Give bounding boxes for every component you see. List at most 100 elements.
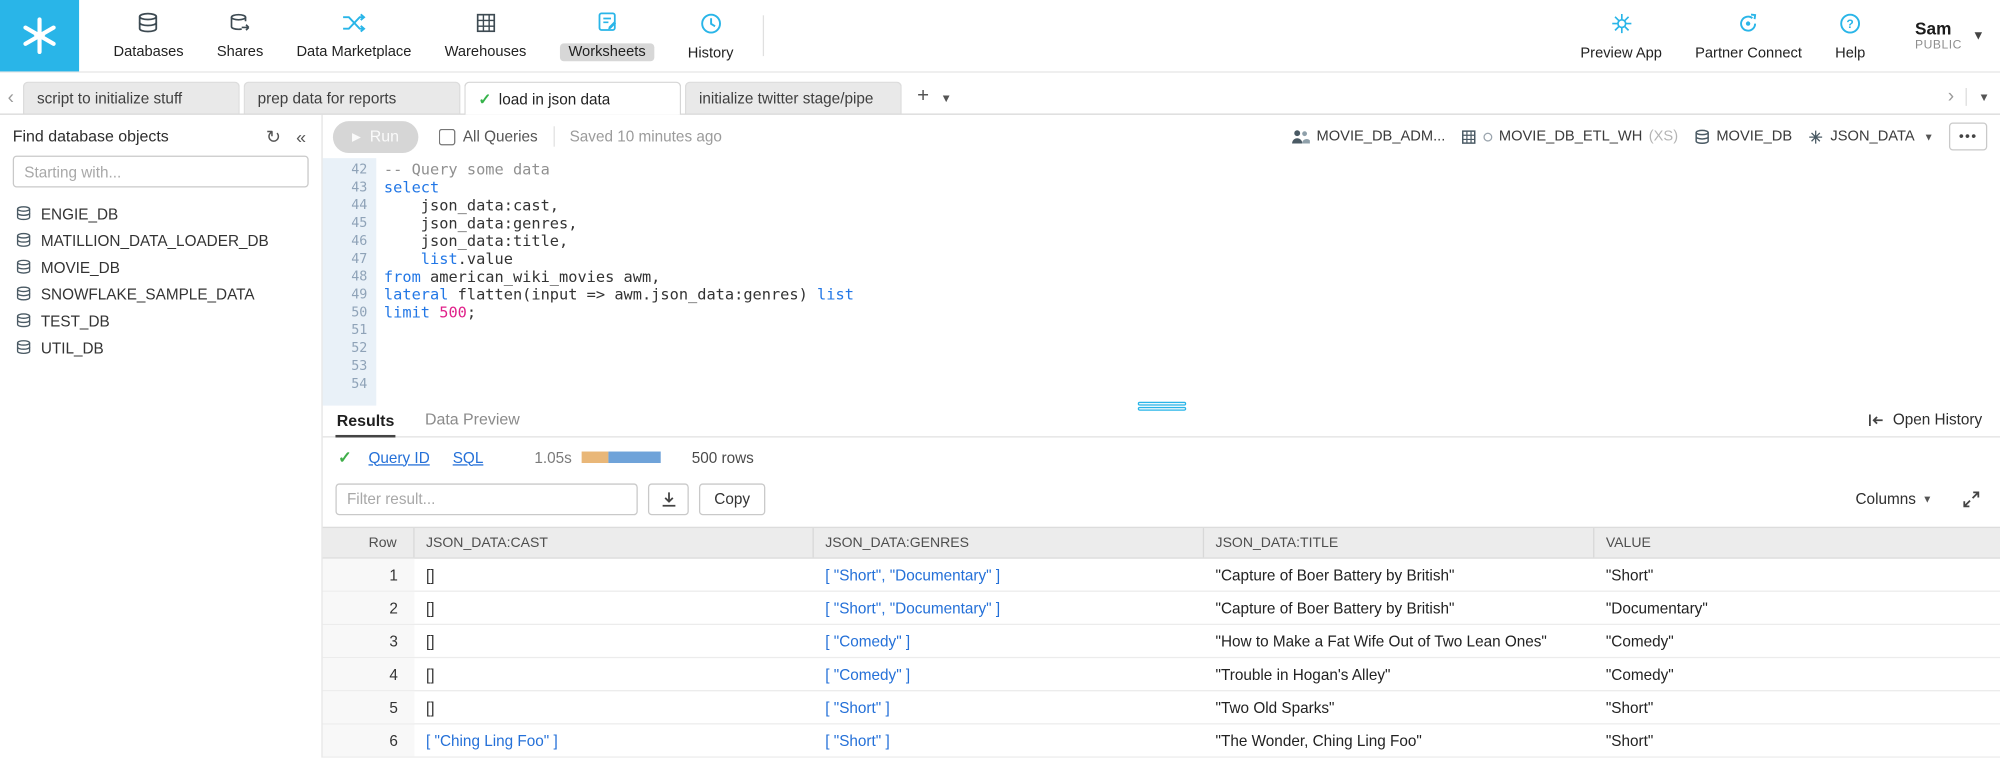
warehouse-selector[interactable]: MOVIE_DB_ETL_WH (XS) [1461,128,1678,145]
cell-genres[interactable]: [ "Short" ] [814,691,1204,723]
more-options-button[interactable]: ••• [1949,122,1987,150]
snowflake-icon [18,14,61,57]
code-lines: 42-- Query some data43select44 json_data… [323,158,2000,393]
nav-item-worksheets[interactable]: Worksheets [543,0,671,71]
database-item[interactable]: MOVIE_DB [0,254,321,281]
code-line[interactable]: 54 [323,375,2000,393]
column-header-genres[interactable]: JSON_DATA:GENRES [814,528,1204,557]
all-queries-checkbox[interactable] [439,128,456,145]
line-number: 45 [323,214,377,232]
filter-result-input[interactable] [335,483,637,515]
download-button[interactable] [648,483,689,515]
column-header-title[interactable]: JSON_DATA:TITLE [1204,528,1594,557]
role-selector[interactable]: MOVIE_DB_ADM... [1291,129,1445,144]
nav-item-history[interactable]: History [671,0,750,71]
worksheet-tab[interactable]: script to initialize stuff [23,82,240,114]
code-line[interactable]: 47 list.value [323,250,2000,268]
code-line[interactable]: 52 [323,339,2000,357]
tab-scroll-right-icon[interactable]: › [1948,85,1954,107]
open-history-arrow-icon [1867,413,1884,427]
database-item[interactable]: UTIL_DB [0,334,321,361]
nav-item-databases[interactable]: Databases [97,0,200,71]
worksheet-tab[interactable]: prep data for reports [244,82,461,114]
nav-item-partner-connect[interactable]: Partner Connect [1679,0,1819,71]
row-number: 2 [323,592,415,624]
code-line[interactable]: 53 [323,357,2000,375]
database-item[interactable]: MATILLION_DATA_LOADER_DB [0,227,321,254]
snowflake-logo[interactable] [0,0,79,71]
run-button[interactable]: ▶ Run [333,121,418,153]
panel-resize-handle[interactable] [1137,401,1185,412]
schema-selector[interactable]: JSON_DATA ▼ [1807,128,1933,145]
worksheet-tab-label: load in json data [499,90,610,108]
cell-genres[interactable]: [ "Comedy" ] [814,658,1204,690]
user-menu[interactable]: Sam PUBLIC [1915,0,1962,71]
line-number: 51 [323,321,377,339]
code-line[interactable]: 46 json_data:title, [323,232,2000,250]
code-line[interactable]: 44 json_data:cast, [323,196,2000,214]
cell-genres[interactable]: [ "Short", "Documentary" ] [814,592,1204,624]
column-header-value[interactable]: VALUE [1594,528,2000,557]
new-worksheet-caret-icon[interactable]: ▼ [940,92,959,114]
all-queries-checkbox-row[interactable]: All Queries [439,128,538,146]
nav-item-preview-app[interactable]: Preview App [1564,0,1679,71]
expand-results-button[interactable] [1963,490,1980,507]
code-text: select [376,179,439,197]
code-line[interactable]: 48from american_wiki_movies awm, [323,268,2000,286]
nav-item-data-marketplace[interactable]: Data Marketplace [280,0,428,71]
open-history-button[interactable]: Open History [1867,411,1982,437]
nav-item-shares[interactable]: Shares [200,0,280,71]
database-icon [1693,128,1710,145]
tab-data-preview[interactable]: Data Preview [424,411,521,437]
nav-label: Worksheets [560,43,655,61]
query-id-link[interactable]: Query ID [369,448,430,466]
nav-item-warehouses[interactable]: Warehouses [428,0,543,71]
database-name: MOVIE_DB [41,258,120,276]
copy-button[interactable]: Copy [699,483,765,515]
context-selectors: MOVIE_DB_ADM... MOVIE_DB_ETL_WH (XS) MOV… [1291,122,1987,150]
columns-dropdown[interactable]: Columns ▼ [1856,490,1933,508]
code-line[interactable]: 43select [323,179,2000,197]
table-row: 3[][ "Comedy" ]"How to Make a Fat Wife O… [323,625,2000,658]
nav-item-help[interactable]: ? Help [1819,0,1882,71]
column-header-cast[interactable]: JSON_DATA:CAST [415,528,814,557]
code-line[interactable]: 50limit 500; [323,304,2000,322]
new-worksheet-button[interactable]: + [902,85,941,113]
tab-list-caret-icon[interactable]: ▼ [1978,90,1989,103]
line-number: 44 [323,196,377,214]
query-duration-bar[interactable] [582,452,661,463]
warehouse-value: MOVIE_DB_ETL_WH [1499,129,1642,144]
line-number: 53 [323,357,377,375]
cell-genres[interactable]: [ "Comedy" ] [814,625,1204,657]
database-icon [15,205,32,222]
toolbar-divider [553,126,554,146]
column-header-row[interactable]: Row [323,528,415,557]
open-history-label: Open History [1893,411,1982,429]
app-window: Databases Shares Data Marketplace Wareho… [0,0,2000,760]
user-role: PUBLIC [1915,38,1962,52]
cell-cast[interactable]: [ "Ching Ling Foo" ] [415,724,814,756]
sql-link[interactable]: SQL [453,448,484,466]
database-selector[interactable]: MOVIE_DB [1693,128,1792,145]
warehouse-size: (XS) [1649,129,1678,144]
code-line[interactable]: 49lateral flatten(input => awm.json_data… [323,286,2000,304]
cell-genres[interactable]: [ "Short", "Documentary" ] [814,559,1204,591]
database-item[interactable]: TEST_DB [0,307,321,334]
worksheet-tab[interactable]: initialize twitter stage/pipe [685,82,902,114]
collapse-sidebar-icon[interactable]: « [296,128,306,146]
database-search-input[interactable] [13,156,309,188]
row-number: 6 [323,724,415,756]
sql-editor[interactable]: 42-- Query some data43select44 json_data… [323,158,2000,405]
database-name: UTIL_DB [41,339,104,357]
cell-genres[interactable]: [ "Short" ] [814,724,1204,756]
tab-results[interactable]: Results [335,412,395,438]
user-menu-caret-icon[interactable]: ▼ [1972,0,1985,71]
tab-scroll-left-icon[interactable]: ‹ [5,87,23,114]
database-item[interactable]: SNOWFLAKE_SAMPLE_DATA [0,281,321,308]
worksheet-tab[interactable]: ✓load in json data [464,82,681,115]
code-line[interactable]: 42-- Query some data [323,161,2000,179]
database-item[interactable]: ENGIE_DB [0,200,321,227]
refresh-icon[interactable]: ↻ [266,128,281,146]
code-line[interactable]: 45 json_data:genres, [323,214,2000,232]
code-line[interactable]: 51 [323,321,2000,339]
